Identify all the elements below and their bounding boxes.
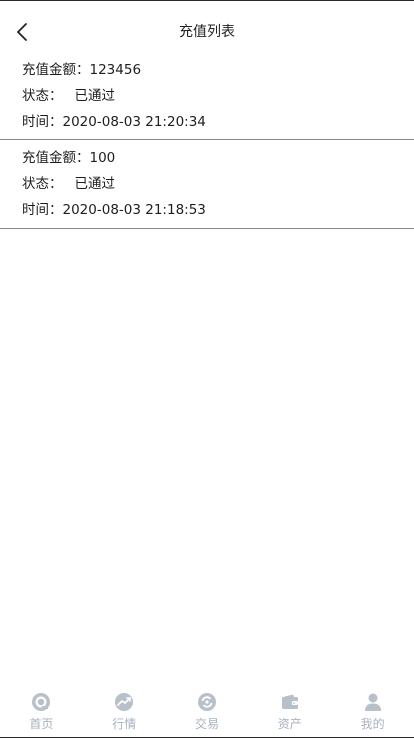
exchange-icon [197,692,217,712]
recharge-list: 充值金额：123456 状态： 已通过 时间：2020-08-03 21:20:3… [0,53,414,229]
amount-value: 123456 [89,62,142,78]
tab-home[interactable]: 首页 [0,686,83,737]
tab-market[interactable]: 行情 [83,686,166,737]
user-icon [363,692,383,712]
tab-trade[interactable]: 交易 [166,686,249,737]
tab-assets[interactable]: 资产 [248,686,331,737]
tab-profile[interactable]: 我的 [331,686,414,737]
tab-trade-label: 交易 [194,717,219,731]
status-label: 状态： [22,88,63,104]
status-row: 状态： 已通过 [22,87,115,105]
tab-profile-label: 我的 [360,717,385,731]
trend-icon [114,692,134,712]
status-label: 状态： [22,176,63,192]
tab-assets-label: 资产 [277,717,302,731]
recharge-record[interactable]: 充值金额：123456 状态： 已通过 时间：2020-08-03 21:20:3… [0,53,414,140]
time-row: 时间：2020-08-03 21:18:53 [22,201,206,219]
amount-row: 充值金额：123456 [22,61,141,79]
header-bar: 充值列表 [0,1,414,53]
recharge-record[interactable]: 充值金额：100 状态： 已通过 时间：2020-08-03 21:18:53 [0,140,414,229]
status-row: 状态： 已通过 [22,175,115,193]
home-icon [31,692,51,712]
time-value: 2020-08-03 21:20:34 [62,114,206,130]
time-label: 时间： [22,114,63,130]
amount-row: 充值金额：100 [22,149,115,167]
amount-label: 充值金额： [22,62,90,78]
status-value: 已通过 [74,88,116,104]
bottom-tab-bar: 首页 行情 交易 资产 我的 [0,686,414,737]
page-title: 充值列表 [179,24,235,40]
time-label: 时间： [22,202,63,218]
amount-label: 充值金额： [22,150,90,166]
tab-market-label: 行情 [112,717,137,731]
status-value: 已通过 [74,176,116,192]
tab-home-label: 首页 [29,717,54,731]
wallet-icon [280,692,300,712]
amount-value: 100 [89,150,116,166]
time-value: 2020-08-03 21:18:53 [62,202,206,218]
time-row: 时间：2020-08-03 21:20:34 [22,113,206,131]
